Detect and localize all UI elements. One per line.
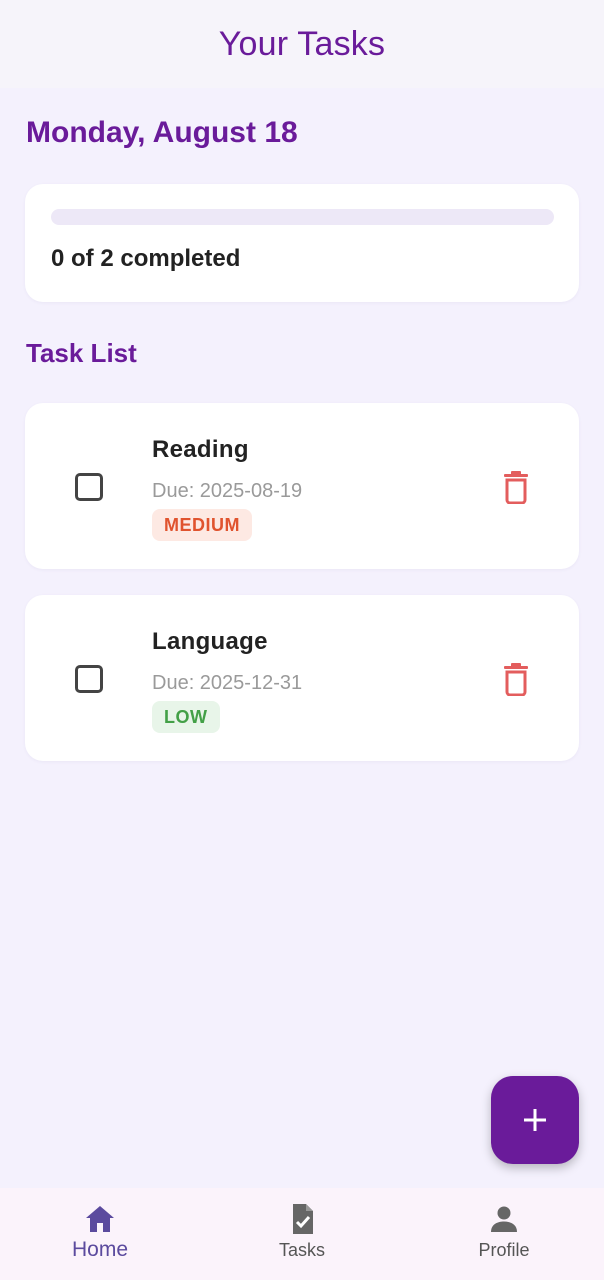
plus-icon <box>524 1109 546 1131</box>
task-title: Reading <box>152 436 249 463</box>
progress-card: 0 of 2 completed <box>25 184 579 302</box>
app-bar: Your Tasks <box>0 0 604 88</box>
trash-icon <box>504 663 528 697</box>
priority-badge: LOW <box>152 701 220 733</box>
progress-bar <box>51 209 554 225</box>
priority-badge: MEDIUM <box>152 509 252 541</box>
page-title: Your Tasks <box>218 24 386 63</box>
delete-task-button[interactable] <box>502 662 530 697</box>
task-due-date: Due: 2025-12-31 <box>152 672 303 694</box>
task-checkbox[interactable] <box>75 473 103 501</box>
app-root: Your Tasks Monday, August 18 0 of 2 comp… <box>0 0 604 1280</box>
trash-icon <box>504 471 528 505</box>
nav-label-home: Home <box>71 1238 129 1261</box>
task-title: Language <box>152 628 268 655</box>
task-card-reading[interactable]: Reading Due: 2025-08-19 MEDIUM <box>25 403 579 569</box>
nav-item-tasks[interactable]: Tasks <box>202 1188 402 1280</box>
nav-label-tasks: Tasks <box>278 1240 325 1260</box>
nav-item-home[interactable]: Home <box>0 1188 200 1280</box>
nav-label-profile: Profile <box>478 1240 530 1260</box>
nav-item-profile[interactable]: Profile <box>404 1188 604 1280</box>
bottom-navigation: Home Tasks Profile <box>0 1188 604 1280</box>
task-card-language[interactable]: Language Due: 2025-12-31 LOW <box>25 595 579 761</box>
home-icon <box>86 1206 114 1232</box>
date-heading: Monday, August 18 <box>26 116 298 149</box>
person-icon <box>491 1206 517 1232</box>
task-due-date: Due: 2025-08-19 <box>152 480 303 502</box>
delete-task-button[interactable] <box>502 470 530 505</box>
progress-label: 0 of 2 completed <box>51 245 241 272</box>
add-task-button[interactable] <box>491 1076 579 1164</box>
task-checkbox[interactable] <box>75 665 103 693</box>
task-document-icon <box>293 1204 313 1234</box>
task-list-heading: Task List <box>26 338 137 368</box>
